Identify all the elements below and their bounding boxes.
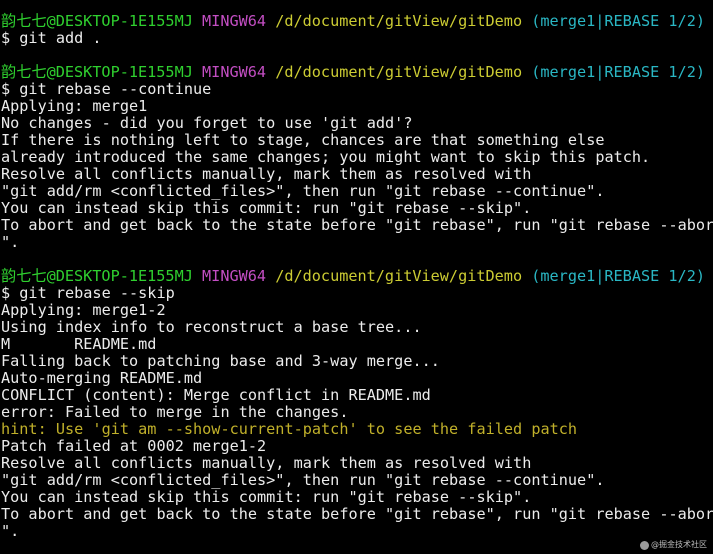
- output-line: If there is nothing left to stage, chanc…: [1, 131, 605, 149]
- prompt-branch: (merge1|REBASE 1/2): [531, 267, 705, 285]
- prompt-env: MINGW64: [202, 63, 267, 81]
- watermark: @掘金技术社区: [640, 540, 707, 550]
- command-line: $ git rebase --skip: [1, 284, 175, 302]
- prompt-branch: (merge1|REBASE 1/2): [531, 12, 705, 30]
- command-line: $ git rebase --continue: [1, 80, 212, 98]
- output-line: ".: [1, 233, 20, 251]
- output-line: "git add/rm <conflicted_files>", then ru…: [1, 182, 605, 200]
- output-line: "git add/rm <conflicted_files>", then ru…: [1, 471, 605, 489]
- prompt-path: /d/document/gitView/gitDemo: [275, 63, 523, 81]
- output-line: CONFLICT (content): Merge conflict in RE…: [1, 386, 431, 404]
- output-line: Auto-merging README.md: [1, 369, 203, 387]
- prompt-branch: (merge1|REBASE 1/2): [531, 63, 705, 81]
- output-line: Resolve all conflicts manually, mark the…: [1, 165, 532, 183]
- prompt-env: MINGW64: [202, 267, 267, 285]
- prompt-line: 韵七七@DESKTOP-1E155MJ MINGW64 /d/document/…: [0, 268, 713, 285]
- output-line: You can instead skip this commit: run "g…: [1, 488, 532, 506]
- output-line: already introduced the same changes; you…: [1, 148, 651, 166]
- terminal-window[interactable]: 韵七七@DESKTOP-1E155MJ MINGW64 /d/document/…: [0, 0, 713, 554]
- output-line: To abort and get back to the state befor…: [1, 216, 713, 234]
- output-line: Resolve all conflicts manually, mark the…: [1, 454, 532, 472]
- prompt-env: MINGW64: [202, 12, 267, 30]
- juejin-logo-icon: [640, 540, 649, 550]
- output-line: No changes - did you forget to use 'git …: [1, 114, 413, 132]
- output-line: Falling back to patching base and 3-way …: [1, 352, 440, 370]
- watermark-text: @掘金技术社区: [651, 540, 707, 549]
- output-line: M README.md: [1, 335, 157, 353]
- prompt-user-host: 韵七七@DESKTOP-1E155MJ: [1, 12, 193, 30]
- output-line: ".: [1, 522, 20, 540]
- output-line: To abort and get back to the state befor…: [1, 505, 713, 523]
- prompt-path: /d/document/gitView/gitDemo: [275, 12, 523, 30]
- prompt-line: 韵七七@DESKTOP-1E155MJ MINGW64 /d/document/…: [0, 13, 713, 30]
- command-line: $ git add .: [1, 29, 102, 47]
- output-line: Applying: merge1-2: [1, 301, 166, 319]
- output-line: You can instead skip this commit: run "g…: [1, 199, 532, 217]
- prompt-user-host: 韵七七@DESKTOP-1E155MJ: [1, 63, 193, 81]
- hint-line: hint: Use 'git am --show-current-patch' …: [1, 420, 578, 438]
- output-line: error: Failed to merge in the changes.: [1, 403, 349, 421]
- prompt-user-host: 韵七七@DESKTOP-1E155MJ: [1, 267, 193, 285]
- prompt-line: 韵七七@DESKTOP-1E155MJ MINGW64 /d/document/…: [0, 64, 713, 81]
- output-line: Patch failed at 0002 merge1-2: [1, 437, 267, 455]
- prompt-path: /d/document/gitView/gitDemo: [275, 267, 523, 285]
- output-line: Applying: merge1: [1, 97, 148, 115]
- output-line: Using index info to reconstruct a base t…: [1, 318, 422, 336]
